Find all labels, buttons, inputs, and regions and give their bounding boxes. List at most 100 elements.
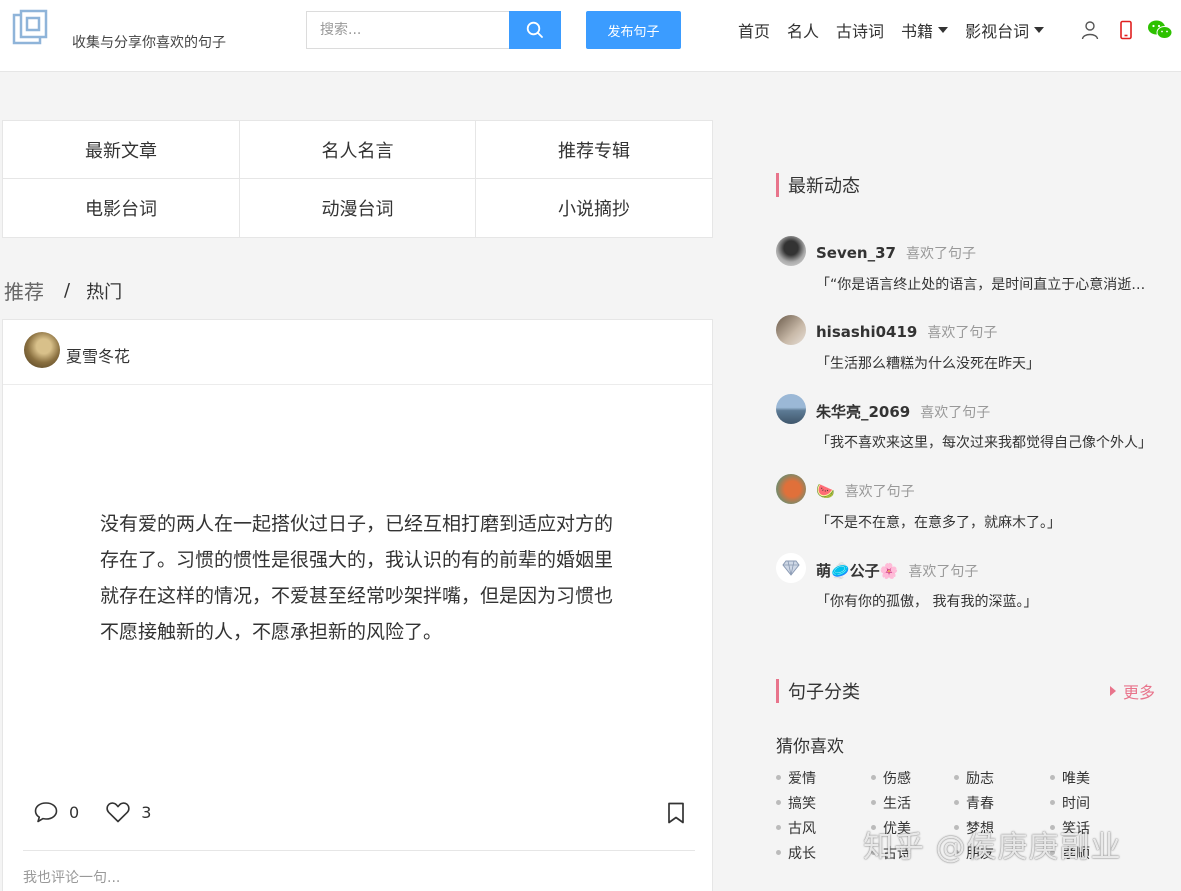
phone-icon[interactable] [1116,20,1136,40]
activity-quote[interactable]: 「生活那么糟糕为什么没死在昨天」 [816,353,1156,373]
activity-user[interactable]: 🍉 喜欢了句子 [816,481,915,501]
feed-tabs: 推荐 / 热门 [4,276,122,305]
tag-label: 伤感 [883,770,911,787]
nav-famous[interactable]: 名人 [787,18,819,42]
tag-item[interactable]: 励志 [954,765,1050,790]
nav-label: 影视台词 [965,22,1030,41]
activity-action: 喜欢了句子 [920,405,991,421]
avatar[interactable] [776,315,806,345]
search-icon [526,21,543,38]
activity-quote[interactable]: 「不是不在意，在意多了，就麻木了。」 [816,512,1156,532]
category-featured-albums[interactable]: 推荐专辑 [476,121,712,179]
category-novel-excerpts[interactable]: 小说摘抄 [476,179,712,237]
username: hisashi0419 [816,323,918,341]
category-anime-lines[interactable]: 动漫台词 [240,179,476,237]
tag-label: 成长 [788,845,816,862]
bullet-icon [954,775,959,780]
avatar[interactable] [24,332,60,368]
avatar[interactable] [776,474,806,504]
activity-action: 喜欢了句子 [927,325,998,341]
sidebar: 最新动态 Seven_37 喜欢了句子 「“你是语言终止处的语言，是时间直立于心意… [713,72,1181,891]
tag-item[interactable]: 爱情 [776,765,871,790]
bullet-icon [776,800,781,805]
search-box [306,11,561,49]
more-label: 更多 [1123,683,1156,702]
site-logo-icon[interactable] [12,9,48,45]
activity-quote[interactable]: 「你有你的孤傲， 我有我的深蓝。」 [816,591,1156,611]
section-title: 句子分类 [788,682,860,703]
bullet-icon [871,775,876,780]
post-header: 夏雪冬花 [3,320,712,385]
title-accent-bar [776,173,779,197]
tag-item[interactable]: 生活 [871,790,954,815]
nav-poetry[interactable]: 古诗词 [836,18,884,42]
tag-item[interactable]: 搞笑 [776,790,871,815]
bullet-icon [871,800,876,805]
activity-action: 喜欢了句子 [908,564,979,580]
diamond-icon [782,560,800,576]
nav-label: 首页 [738,22,771,41]
post-actions: 0 3 [33,800,151,824]
nav-label: 名人 [787,22,820,41]
avatar[interactable] [776,394,806,424]
more-link[interactable]: 更多 [1110,679,1155,703]
activity-user[interactable]: 朱华亮_2069 喜欢了句子 [816,401,990,422]
category-latest[interactable]: 最新文章 [3,121,240,179]
activity-quote[interactable]: 「“你是语言终止处的语言，是时间直立于心意消逝的地方」 [816,274,1156,294]
post-card: 夏雪冬花 没有爱的两人在一起搭伙过日子，已经互相打磨到适应对方的存在了。习惯的惯… [2,319,713,891]
bullet-icon [1050,775,1055,780]
avatar[interactable] [776,553,806,583]
activity-user[interactable]: Seven_37 喜欢了句子 [816,243,976,263]
tag-label: 励志 [966,770,994,787]
tag-item[interactable]: 成长 [776,840,871,865]
post-text: 没有爱的两人在一起搭伙过日子，已经互相打磨到适应对方的存在了。习惯的惯性是很强大… [100,513,614,643]
wechat-icon[interactable] [1147,19,1173,41]
main-nav: 首页 名人 古诗词 书籍 影视台词 [738,18,1061,42]
activity-action: 喜欢了句子 [844,484,915,500]
title-accent-bar [776,679,779,703]
username: 萌🥏公子🌸 [816,562,899,580]
search-input[interactable] [307,12,509,48]
tag-label: 生活 [883,795,911,812]
like-count: 3 [141,802,152,822]
nav-label: 书籍 [901,22,934,41]
guess-you-like-title: 猜你喜欢 [776,737,844,757]
section-title: 最新动态 [788,176,860,197]
tab-hot[interactable]: 热门 [86,278,122,304]
bookmark-icon[interactable] [667,802,685,824]
category-movie-lines[interactable]: 电影台词 [3,179,240,237]
bullet-icon [776,850,781,855]
tag-item[interactable]: 伤感 [871,765,954,790]
activity-user[interactable]: 萌🥏公子🌸 喜欢了句子 [816,560,978,581]
site-header: 收集与分享你喜欢的句子 发布句子 首页 名人 古诗词 书籍 影视台词 [0,0,1181,72]
comment-icon[interactable] [33,800,59,824]
publish-button[interactable]: 发布句子 [586,11,681,49]
tab-separator: / [64,280,71,301]
nav-film-lines[interactable]: 影视台词 [965,18,1045,42]
tab-recommended[interactable]: 推荐 [4,276,44,305]
comment-input[interactable]: 我也评论一句... [23,850,695,887]
nav-books[interactable]: 书籍 [901,18,949,42]
activity-quote[interactable]: 「我不喜欢来这里，每次过来我都觉得自己像个外人」 [816,432,1156,452]
tag-item[interactable]: 青春 [954,790,1050,815]
author-name[interactable]: 夏雪冬花 [66,343,130,367]
bullet-icon [954,800,959,805]
bullet-icon [1050,800,1055,805]
bullet-icon [776,825,781,830]
category-grid: 最新文章 名人名言 推荐专辑 电影台词 动漫台词 小说摘抄 [2,120,713,238]
user-icon[interactable] [1080,20,1100,40]
username: Seven_37 [816,244,896,262]
site-tagline: 收集与分享你喜欢的句子 [72,35,226,51]
nav-home[interactable]: 首页 [738,18,770,42]
tag-item[interactable]: 时间 [1050,790,1140,815]
category-famous-quotes[interactable]: 名人名言 [240,121,476,179]
username: 🍉 [816,482,835,500]
tag-item[interactable]: 唯美 [1050,765,1140,790]
search-button[interactable] [509,11,561,49]
avatar[interactable] [776,236,806,266]
tag-item[interactable]: 古风 [776,815,871,840]
comment-count: 0 [69,802,80,822]
activity-user[interactable]: hisashi0419 喜欢了句子 [816,322,997,342]
activity-action: 喜欢了句子 [905,246,976,262]
heart-icon[interactable] [105,800,131,824]
